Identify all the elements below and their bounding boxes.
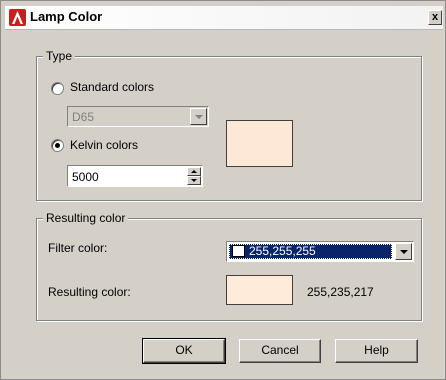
autocad-icon: [9, 9, 26, 26]
window-title: Lamp Color: [30, 9, 103, 24]
standard-colors-radio[interactable]: [51, 82, 64, 95]
arrow-down-icon: [191, 179, 197, 182]
cancel-button[interactable]: Cancel: [239, 339, 321, 363]
standard-colors-value: D65: [72, 110, 95, 124]
resulting-color-label: Resulting color:: [48, 285, 131, 299]
chevron-down-icon: [400, 250, 408, 254]
resulting-color-group-label: Resulting color: [43, 211, 129, 225]
close-button[interactable]: x: [428, 10, 442, 25]
filter-color-value: 255,255,255: [249, 244, 316, 258]
spin-up-button[interactable]: [187, 167, 201, 176]
kelvin-colors-label: Kelvin colors: [70, 138, 139, 152]
arrow-up-icon: [191, 170, 197, 173]
spinner-buttons: [187, 167, 201, 185]
chevron-down-icon: [195, 115, 203, 119]
resulting-color-group: Resulting color: [36, 211, 422, 321]
filter-color-swatch: [232, 245, 245, 257]
dropdown-button[interactable]: [190, 108, 207, 125]
resulting-color-swatch: [226, 275, 293, 305]
kelvin-value: 5000: [72, 170, 99, 184]
type-group-label: Type: [43, 49, 76, 63]
title-bar: Lamp Color x: [5, 6, 443, 30]
standard-colors-label: Standard colors: [70, 80, 155, 94]
resulting-color-value: 255,235,217: [307, 285, 374, 299]
lamp-color-dialog: Lamp Color x Type Standard colors D65 Ke…: [0, 0, 446, 380]
dropdown-button[interactable]: [395, 243, 412, 260]
filter-color-dropdown[interactable]: 255,255,255: [226, 241, 414, 262]
spin-down-button[interactable]: [187, 176, 201, 185]
filter-color-label: Filter color:: [48, 241, 108, 255]
kelvin-colors-radio[interactable]: [51, 139, 64, 152]
lamp-color-preview[interactable]: [226, 120, 293, 167]
standard-colors-dropdown[interactable]: D65: [67, 106, 209, 127]
close-icon: x: [431, 11, 439, 23]
filter-color-selection: 255,255,255: [229, 244, 392, 259]
help-button[interactable]: Help: [335, 339, 418, 363]
ok-button[interactable]: OK: [142, 338, 226, 364]
kelvin-spinner[interactable]: 5000: [67, 165, 203, 187]
